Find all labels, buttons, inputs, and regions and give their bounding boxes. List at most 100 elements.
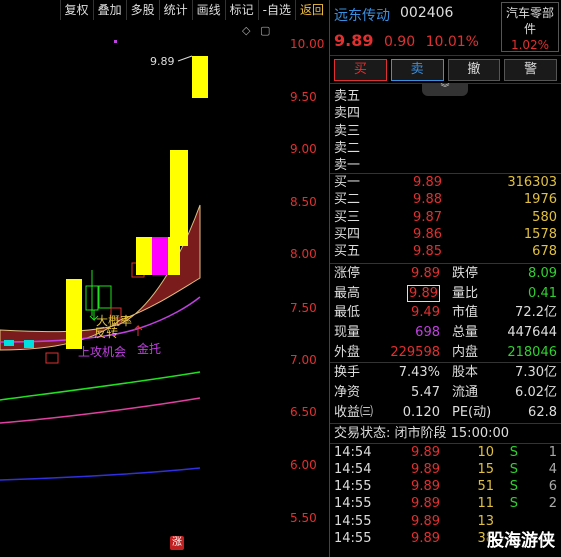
ask-label: 卖四 <box>334 106 361 122</box>
kline-svg[interactable] <box>0 20 288 557</box>
stat-label: 内盘 <box>452 344 479 360</box>
candle-up-big <box>170 150 188 246</box>
toolbar-multistock-button[interactable]: 多股 <box>125 0 159 20</box>
bid-label: 买一 <box>334 175 361 190</box>
price-change: 0.90 <box>383 34 416 50</box>
ask-price <box>384 140 442 157</box>
tick-time: 14:55 <box>334 530 372 546</box>
price-tick: 7.00 <box>290 353 317 367</box>
bid-row: 买四 9.86 1578 <box>334 226 557 243</box>
tick-time: 14:55 <box>334 513 372 529</box>
fin-row: 换手 7.43% 股本 7.30亿 <box>334 363 557 383</box>
ask-price <box>384 105 442 122</box>
buy-button[interactable]: 买 <box>334 59 387 81</box>
toolbar-back-button[interactable]: 返回 <box>294 0 328 20</box>
bid-price: 9.85 <box>413 244 442 260</box>
peak-price-label: 9.89 <box>150 55 175 68</box>
fin-row: 净资 5.47 流通 6.02亿 <box>334 383 557 403</box>
candle-limit-up <box>192 56 208 98</box>
marker-dot <box>114 40 117 43</box>
ask-row: 卖四 <box>334 105 557 122</box>
toolbar-fuquan-button[interactable]: 复权 <box>59 0 93 20</box>
float-shares-value: 6.02亿 <box>515 385 557 401</box>
tick-row: 14:54 9.89 15 S 4 <box>334 461 557 478</box>
toolbar-mark-button[interactable]: 标记 <box>224 0 258 20</box>
total-volume-value: 447644 <box>507 325 557 341</box>
bid-price: 9.86 <box>413 226 442 242</box>
price-tick: 7.50 <box>290 301 317 315</box>
ask-row: 卖三 <box>334 123 557 140</box>
toolbar-remove-watchlist-button[interactable]: -自选 <box>257 0 295 20</box>
tick-qty: 10 <box>477 444 494 460</box>
toolbar-drawline-button[interactable]: 画线 <box>191 0 225 20</box>
bid-row: 买二 9.88 1976 <box>334 191 557 208</box>
cancel-order-button[interactable]: 撤 <box>447 59 501 81</box>
candle-up-magenta <box>152 237 168 275</box>
ask-book: 卖五 卖四 卖三 卖二 卖一 <box>330 84 561 174</box>
tick-side: S <box>509 479 518 495</box>
stat-label: 流通 <box>452 385 479 401</box>
stat-label: 最低 <box>334 305 361 321</box>
market-cap-value: 72.2亿 <box>515 305 557 321</box>
tick-qty: 13 <box>477 513 494 529</box>
stat-label: 外盘 <box>334 344 361 360</box>
volume-ratio-value: 0.41 <box>528 285 557 301</box>
bid-row: 买五 9.85 678 <box>334 243 557 260</box>
bid-row: 买三 9.87 580 <box>334 209 557 226</box>
candle-down <box>98 285 112 309</box>
ask-label: 卖二 <box>334 140 361 156</box>
price-change-pct: 10.01% <box>425 34 479 50</box>
pe-value: 62.8 <box>528 404 557 420</box>
stats-row: 涨停 9.89 跌停 8.09 <box>334 264 557 284</box>
stat-label: 现量 <box>334 325 361 341</box>
bid-price: 9.88 <box>413 192 442 208</box>
ask-price <box>384 157 442 174</box>
ask-volume <box>442 123 557 140</box>
ask-label: 卖三 <box>334 123 361 139</box>
quote-header: 远东传动 002406 9.89 0.90 10.01% 汽车零部件 1.02% <box>330 0 561 56</box>
tick-time: 14:54 <box>334 461 372 477</box>
sector-box[interactable]: 汽车零部件 1.02% <box>501 2 559 52</box>
tick-qty: 11 <box>477 496 494 512</box>
stat-label: 量比 <box>452 285 479 301</box>
limit-up-badge: 涨 <box>170 536 184 550</box>
stat-label: 总量 <box>452 325 479 341</box>
stock-name[interactable]: 远东传动 <box>334 5 390 25</box>
tick-qty: 51 <box>477 479 494 495</box>
trading-status: 交易状态: 闭市阶段 15:00:00 <box>330 424 561 444</box>
tick-count: 4 <box>548 461 557 477</box>
tick-qty: 38 <box>477 530 494 546</box>
last-volume-value: 698 <box>415 325 440 341</box>
tick-time: 14:55 <box>334 496 372 512</box>
toolbar-stats-button[interactable]: 统计 <box>158 0 192 20</box>
kline-chart-pane[interactable]: 复权 叠加 多股 统计 画线 标记 -自选 返回 ◇ ▢ 10.00 9.50 … <box>0 0 328 557</box>
price-line: 9.89 0.90 10.01% <box>334 31 485 50</box>
tick-price: 9.89 <box>411 479 440 495</box>
fin-row: 收益㈢ 0.120 PE(动) 62.8 <box>334 403 557 423</box>
ask-label: 卖一 <box>334 158 361 174</box>
tick-count: 6 <box>548 479 557 495</box>
toolbar-overlay-button[interactable]: 叠加 <box>92 0 126 20</box>
price-tick: 9.00 <box>290 142 317 156</box>
net-assets-value: 5.47 <box>411 385 440 401</box>
price-alert-button[interactable]: 警 <box>504 59 557 81</box>
limit-down-value: 8.09 <box>528 266 557 281</box>
stat-label: 最高 <box>334 285 361 301</box>
price-tick: 8.50 <box>290 195 317 209</box>
tick-row: 14:54 9.89 10 S 1 <box>334 444 557 461</box>
bid-label: 买五 <box>334 244 361 260</box>
sell-button[interactable]: 卖 <box>390 59 444 81</box>
limit-up-value: 9.89 <box>411 266 440 281</box>
share-capital-value: 7.30亿 <box>515 365 557 381</box>
ask-row: 卖二 <box>334 140 557 157</box>
outer-volume-value: 229598 <box>390 344 440 360</box>
tick-price: 9.89 <box>411 496 440 512</box>
collapse-chevron-icon[interactable]: ︾ <box>422 84 468 96</box>
bid-price: 9.89 <box>413 175 442 190</box>
candle <box>24 340 34 348</box>
stat-label: 收益㈢ <box>334 404 374 420</box>
trade-buttons: 买 卖 撤 警 <box>330 56 561 84</box>
price-tick: 10.00 <box>290 37 325 51</box>
tick-price: 9.89 <box>411 513 440 529</box>
bid-book: 买一 9.89 316303 买二 9.88 1976 买三 9.87 580 买四 9.86… <box>330 174 561 264</box>
